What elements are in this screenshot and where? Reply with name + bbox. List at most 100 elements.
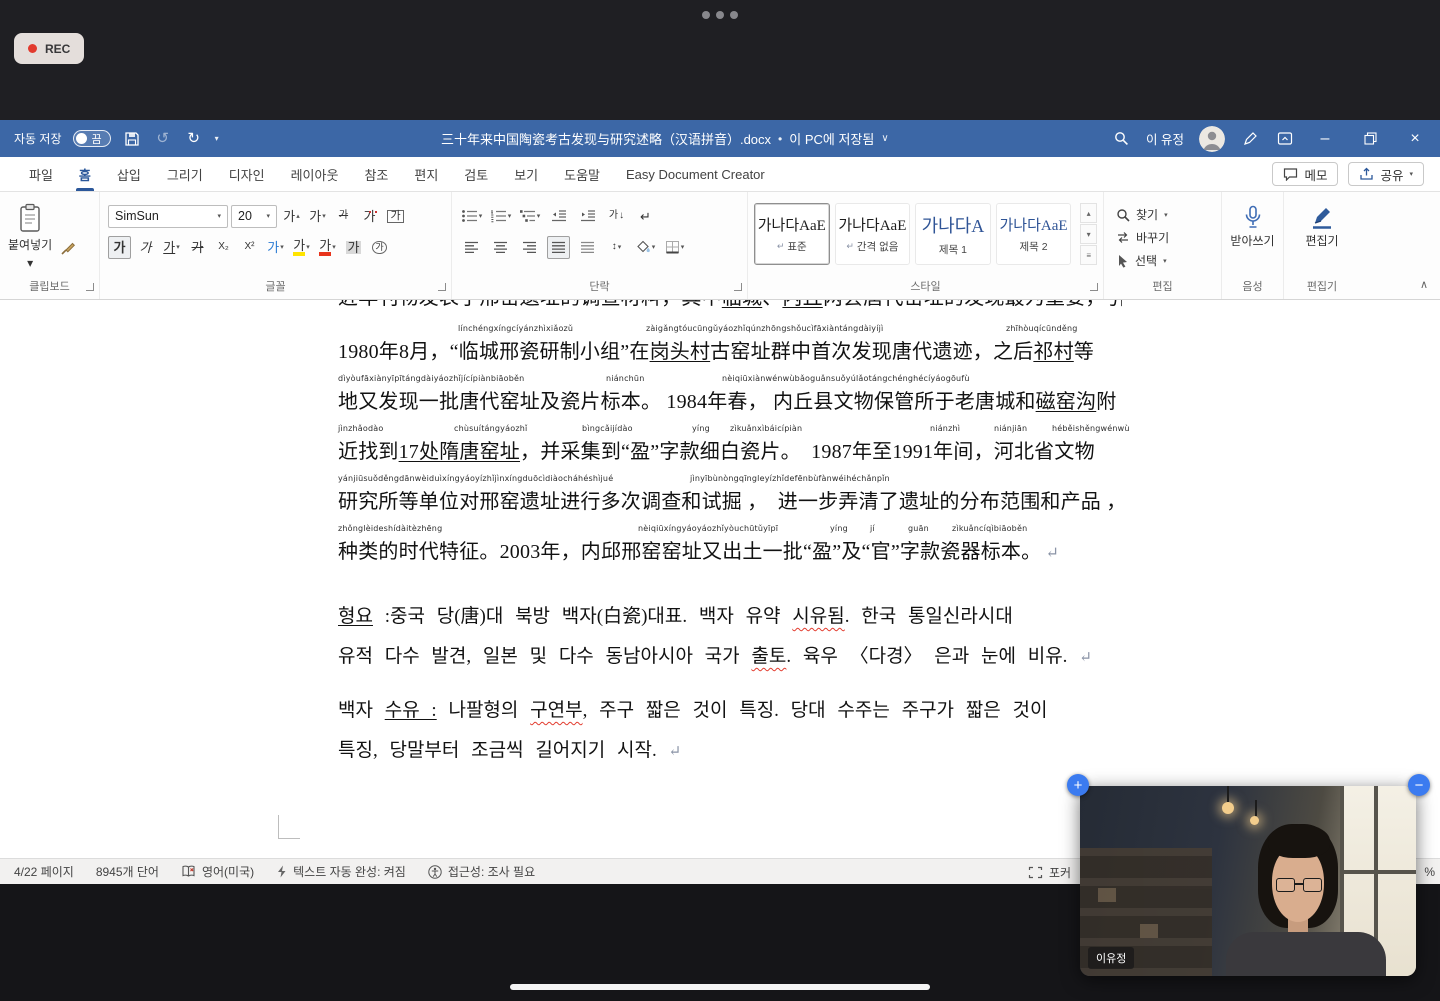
text-autocomplete-status[interactable]: 텍스트 자동 완성: 켜짐: [276, 863, 406, 880]
proofing-language[interactable]: 영어(미국): [181, 863, 254, 880]
tab-insert[interactable]: 삽입: [104, 157, 154, 191]
close-button[interactable]: ×: [1400, 124, 1430, 154]
style-normal[interactable]: 가나다AaE ↵표준: [754, 203, 830, 265]
tab-view[interactable]: 보기: [501, 157, 551, 191]
align-center-button[interactable]: [489, 236, 512, 259]
toggle-knob: [76, 133, 87, 144]
redo-icon[interactable]: ↻: [184, 129, 204, 149]
distribute-text-button[interactable]: [576, 236, 599, 259]
undo-icon[interactable]: ↺: [153, 129, 173, 149]
italic-button[interactable]: 가: [134, 236, 157, 259]
video-enlarge-button[interactable]: +: [1067, 774, 1089, 796]
font-size-combo[interactable]: 20 ▾: [231, 205, 277, 228]
focus-mode-button[interactable]: 포커: [1028, 859, 1071, 885]
clipboard-dialog-launcher[interactable]: [86, 283, 94, 291]
multilevel-list-button[interactable]: ▾: [518, 205, 541, 228]
style-heading-2[interactable]: 가나다AaE 제목 2: [996, 203, 1072, 265]
font-name-combo[interactable]: SimSun ▾: [108, 205, 228, 228]
collapse-ribbon-icon[interactable]: ∧: [1420, 278, 1428, 291]
document-text[interactable]: 近年刊物发表了邢窑遗址的调查材料，其中临城、内丘两县唐代窑址的发现最为重要，引起…: [338, 300, 1122, 771]
tab-design[interactable]: 디자인: [216, 157, 278, 191]
comments-button[interactable]: 메모: [1272, 162, 1338, 186]
align-left-button[interactable]: [460, 236, 483, 259]
window-dots-menu[interactable]: [702, 11, 738, 19]
shrink-font-button[interactable]: 가▾: [306, 205, 329, 228]
zoom-percent[interactable]: %: [1424, 859, 1435, 885]
share-button[interactable]: 공유 ▾: [1348, 162, 1424, 186]
style-no-spacing[interactable]: 가나다AaE ↵간격 없음: [835, 203, 911, 265]
accessibility-status[interactable]: 접근성: 조사 필요: [428, 863, 535, 880]
quick-access-chevron-icon[interactable]: ▾: [215, 134, 219, 143]
select-button[interactable]: 선택 ▾: [1116, 252, 1221, 269]
increase-indent-button[interactable]: [576, 205, 599, 228]
sort-button[interactable]: 가↓: [605, 205, 628, 228]
doc-line-6: 형요 :중국 당(唐)대 북방 백자(白瓷)대표. 백자 유약 시유됨. 한국 …: [338, 597, 1122, 637]
tab-references[interactable]: 참조: [351, 157, 401, 191]
autosave-toggle[interactable]: 끔: [73, 130, 111, 147]
styles-dialog-launcher[interactable]: [1090, 283, 1098, 291]
line-spacing-button[interactable]: ↕▾: [605, 236, 628, 259]
character-border-button[interactable]: 가: [384, 205, 407, 228]
numbering-button[interactable]: ▾: [489, 205, 512, 228]
borders-button[interactable]: ▾: [663, 236, 686, 259]
webcam-overlay[interactable]: 이유정: [1080, 786, 1416, 976]
find-button[interactable]: 찾기 ▾: [1116, 206, 1221, 223]
word-count[interactable]: 8945개 단어: [96, 863, 159, 880]
paragraph-dialog-launcher[interactable]: [734, 283, 742, 291]
tab-mailings[interactable]: 편지: [401, 157, 451, 191]
strikethrough-button[interactable]: 가: [186, 236, 209, 259]
bold-button[interactable]: 가: [108, 236, 131, 259]
editor-button[interactable]: 편집기: [1284, 203, 1360, 248]
page-indicator[interactable]: 4/22 페이지: [14, 863, 74, 880]
tab-file[interactable]: 파일: [16, 157, 66, 191]
styles-gallery-more-icon[interactable]: ≡: [1080, 245, 1097, 265]
video-shrink-button[interactable]: −: [1408, 774, 1430, 796]
user-name[interactable]: 이 유정: [1146, 129, 1184, 148]
record-button[interactable]: REC: [14, 33, 84, 64]
styles-scroll-up-icon[interactable]: ▴: [1080, 203, 1097, 223]
style-heading-1[interactable]: 가나다A 제목 1: [915, 203, 991, 265]
tab-easy-document-creator[interactable]: Easy Document Creator: [613, 157, 778, 191]
ribbon-display-options-icon[interactable]: [1275, 129, 1295, 149]
clear-formatting-button[interactable]: 가: [332, 205, 355, 228]
glasses: [1276, 878, 1322, 893]
underline-button[interactable]: 가▾: [160, 236, 183, 259]
search-icon[interactable]: [1111, 129, 1131, 149]
ink-pen-icon[interactable]: [1240, 129, 1260, 149]
enclose-characters-button[interactable]: 가: [368, 236, 391, 259]
tab-help[interactable]: 도움말: [551, 157, 613, 191]
home-indicator[interactable]: [510, 984, 930, 990]
text-effects-button[interactable]: 가▾: [264, 236, 287, 259]
styles-scroll-down-icon[interactable]: ▾: [1080, 224, 1097, 244]
phonetic-guide-button[interactable]: 가: [358, 205, 381, 228]
justify-button[interactable]: [547, 236, 570, 259]
show-formatting-marks-button[interactable]: ↵: [634, 205, 657, 228]
dictate-button[interactable]: 받아쓰기: [1222, 203, 1283, 248]
participant-name-badge: 이유정: [1088, 947, 1134, 969]
paste-button[interactable]: 붙여넣기 ▾: [8, 203, 52, 270]
tab-draw[interactable]: 그리기: [154, 157, 216, 191]
format-painter-icon[interactable]: [60, 240, 76, 256]
tab-layout[interactable]: 레이아웃: [278, 157, 352, 191]
subscript-button[interactable]: X₂: [212, 236, 235, 259]
restore-button[interactable]: [1355, 124, 1385, 154]
title-chevron-icon[interactable]: ∨: [881, 133, 888, 144]
document-area[interactable]: 近年刊物发表了邢窑遗址的调查材料，其中临城、内丘两县唐代窑址的发现最为重要，引起…: [0, 300, 1440, 858]
font-color-button[interactable]: 가▾: [316, 236, 339, 259]
font-dialog-launcher[interactable]: [438, 283, 446, 291]
character-shading-button[interactable]: 가: [342, 236, 365, 259]
shading-button[interactable]: ▾: [634, 236, 657, 259]
tab-home[interactable]: 홈: [66, 157, 104, 191]
highlight-color-button[interactable]: 가▾: [290, 236, 313, 259]
save-icon[interactable]: [122, 129, 142, 149]
minimize-button[interactable]: –: [1310, 124, 1340, 154]
document-title[interactable]: 三十年来中国陶瓷考古发现与研究述略（汉语拼音）.docx • 이 PC에 저장됨…: [219, 129, 1111, 148]
tab-review[interactable]: 검토: [451, 157, 501, 191]
decrease-indent-button[interactable]: [547, 205, 570, 228]
avatar[interactable]: [1199, 126, 1225, 152]
grow-font-button[interactable]: 가▴: [280, 205, 303, 228]
bullets-button[interactable]: ▾: [460, 205, 483, 228]
align-right-button[interactable]: [518, 236, 541, 259]
superscript-button[interactable]: X²: [238, 236, 261, 259]
replace-button[interactable]: 바꾸기: [1116, 229, 1221, 246]
